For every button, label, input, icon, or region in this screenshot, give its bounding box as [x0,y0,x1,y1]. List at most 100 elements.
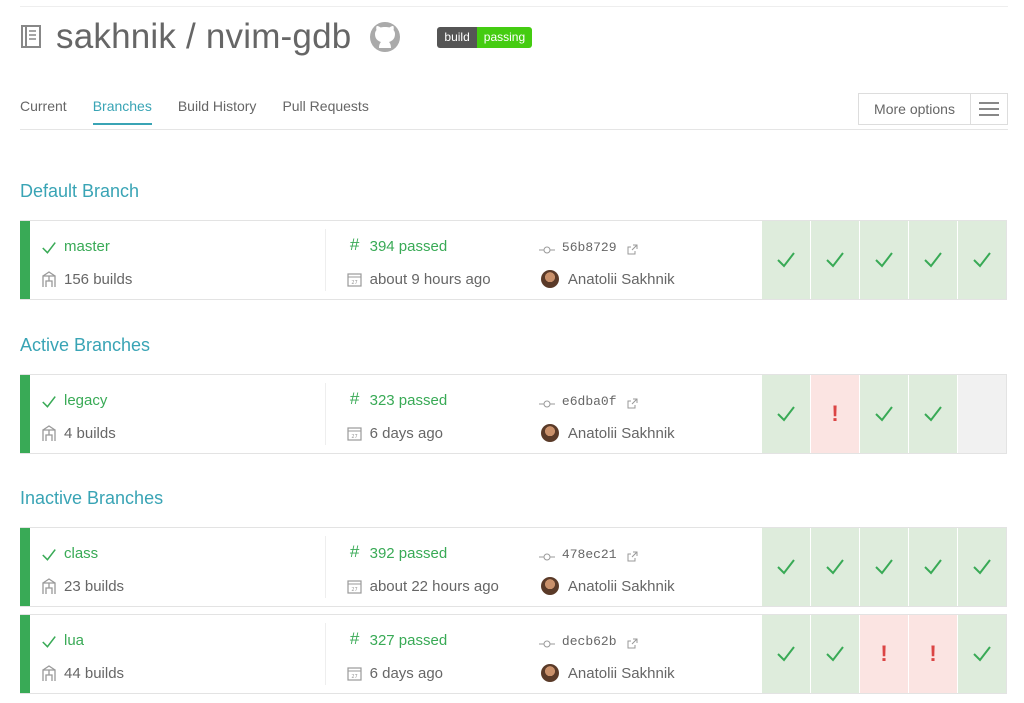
repo-title[interactable]: sakhnik / nvim-gdb [56,17,351,57]
tab-current[interactable]: Current [20,98,67,125]
branch-name[interactable]: class [64,545,98,562]
status-bar [20,221,30,299]
build-time: about 9 hours ago [369,270,491,288]
build-history-passed[interactable] [762,375,810,453]
build-cell: #392 passed 27 about 22 hours ago [326,528,538,606]
repo-name[interactable]: nvim-gdb [206,17,352,56]
commit-icon [538,552,556,562]
build-status[interactable]: 392 passed [370,545,448,562]
build-history-passed[interactable] [811,528,859,606]
build-history-failed[interactable]: ! [811,375,859,453]
hamburger-icon[interactable] [970,94,1007,124]
branch-name-cell: legacy 4 builds [30,375,325,453]
branch-name[interactable]: lua [64,632,84,649]
build-history-failed[interactable]: ! [909,615,957,693]
build-history-passed[interactable] [860,375,908,453]
repo-separator: / [176,17,206,56]
external-link-icon[interactable] [627,398,638,409]
build-status[interactable]: 394 passed [370,238,448,255]
check-icon [40,548,58,562]
active-branches-heading: Active Branches [20,335,151,355]
build-time: about 22 hours ago [369,577,499,595]
build-history: !! [761,615,1006,693]
branch-row[interactable]: master 156 builds #394 passed 27 about 9 … [20,220,1007,300]
avatar [540,270,559,288]
builds-icon [40,424,58,442]
top-divider [20,6,1008,7]
builds-icon [40,270,58,288]
tab-build-history[interactable]: Build History [178,98,257,125]
badge-status: passing [476,26,533,48]
build-history-passed[interactable] [811,615,859,693]
build-status[interactable]: 323 passed [370,392,448,409]
external-link-icon[interactable] [627,551,638,562]
avatar [540,664,559,682]
build-cell: #323 passed 27 6 days ago [326,375,538,453]
commit-sha[interactable]: 56b8729 [562,240,617,255]
build-history-passed[interactable] [958,221,1006,299]
builds-count[interactable]: 44 builds [64,665,124,682]
status-bar [20,528,30,606]
svg-text:27: 27 [351,434,357,440]
commit-cell: 56b8729 Anatolii Sakhnik [538,221,761,299]
repo-icon [21,25,41,48]
build-history-passed[interactable] [958,528,1006,606]
builds-count[interactable]: 23 builds [64,578,124,595]
tab-pull-requests[interactable]: Pull Requests [282,98,368,125]
check-icon [40,241,58,255]
branch-name[interactable]: legacy [64,392,107,409]
build-history: ! empty [761,375,1006,453]
builds-icon [40,577,58,595]
external-link-icon[interactable] [627,244,638,255]
branch-name[interactable]: master [64,238,110,255]
commit-sha[interactable]: e6dba0f [562,394,617,409]
commit-author: Anatolii Sakhnik [567,270,675,288]
builds-count[interactable]: 156 builds [64,271,132,288]
branch-row[interactable]: legacy 4 builds #323 passed 27 6 days ago… [20,374,1007,454]
build-history-passed[interactable] [909,528,957,606]
branch-row[interactable]: class 23 builds #392 passed 27 about 22 h… [20,527,1007,607]
commit-icon [538,245,556,255]
build-history-passed[interactable] [762,528,810,606]
avatar [540,424,559,442]
build-history-passed[interactable] [762,221,810,299]
build-history-passed[interactable] [860,528,908,606]
github-icon[interactable] [369,21,401,53]
build-history-passed[interactable] [909,221,957,299]
build-history-passed[interactable] [860,221,908,299]
repo-owner[interactable]: sakhnik [56,17,176,56]
hash-icon: # [349,235,360,254]
repo-tabs: Current Branches Build History Pull Requ… [20,98,395,125]
svg-text:27: 27 [351,280,357,286]
check-icon [40,395,58,409]
build-status[interactable]: 327 passed [370,632,448,649]
svg-text:27: 27 [351,587,357,593]
commit-sha[interactable]: decb62b [562,634,617,649]
build-history-passed[interactable] [811,221,859,299]
external-link-icon[interactable] [627,638,638,649]
calendar-icon: 27 [346,579,364,594]
check-icon [40,635,58,649]
build-history-failed[interactable]: ! [860,615,908,693]
branch-row[interactable]: lua 44 builds #327 passed 27 6 days ago d… [20,614,1007,694]
svg-text:27: 27 [351,674,357,680]
hash-icon: # [349,542,360,561]
tabs-divider [20,129,1008,130]
build-status-badge[interactable]: build passing [437,26,533,48]
default-branch-heading: Default Branch [20,181,140,201]
inactive-branches-heading: Inactive Branches [20,488,164,508]
more-options-button[interactable]: More options [858,93,1008,125]
commit-author: Anatolii Sakhnik [567,577,675,595]
status-bar [20,615,30,693]
commit-cell: 478ec21 Anatolii Sakhnik [538,528,761,606]
commit-icon [538,399,556,409]
tab-branches[interactable]: Branches [92,98,152,125]
badge-label: build [437,26,477,48]
build-history-passed[interactable] [958,615,1006,693]
more-options-label[interactable]: More options [859,94,970,124]
status-bar [20,375,30,453]
build-history-passed[interactable] [762,615,810,693]
build-history-passed[interactable] [909,375,957,453]
builds-count[interactable]: 4 builds [64,425,116,442]
commit-sha[interactable]: 478ec21 [562,547,617,562]
